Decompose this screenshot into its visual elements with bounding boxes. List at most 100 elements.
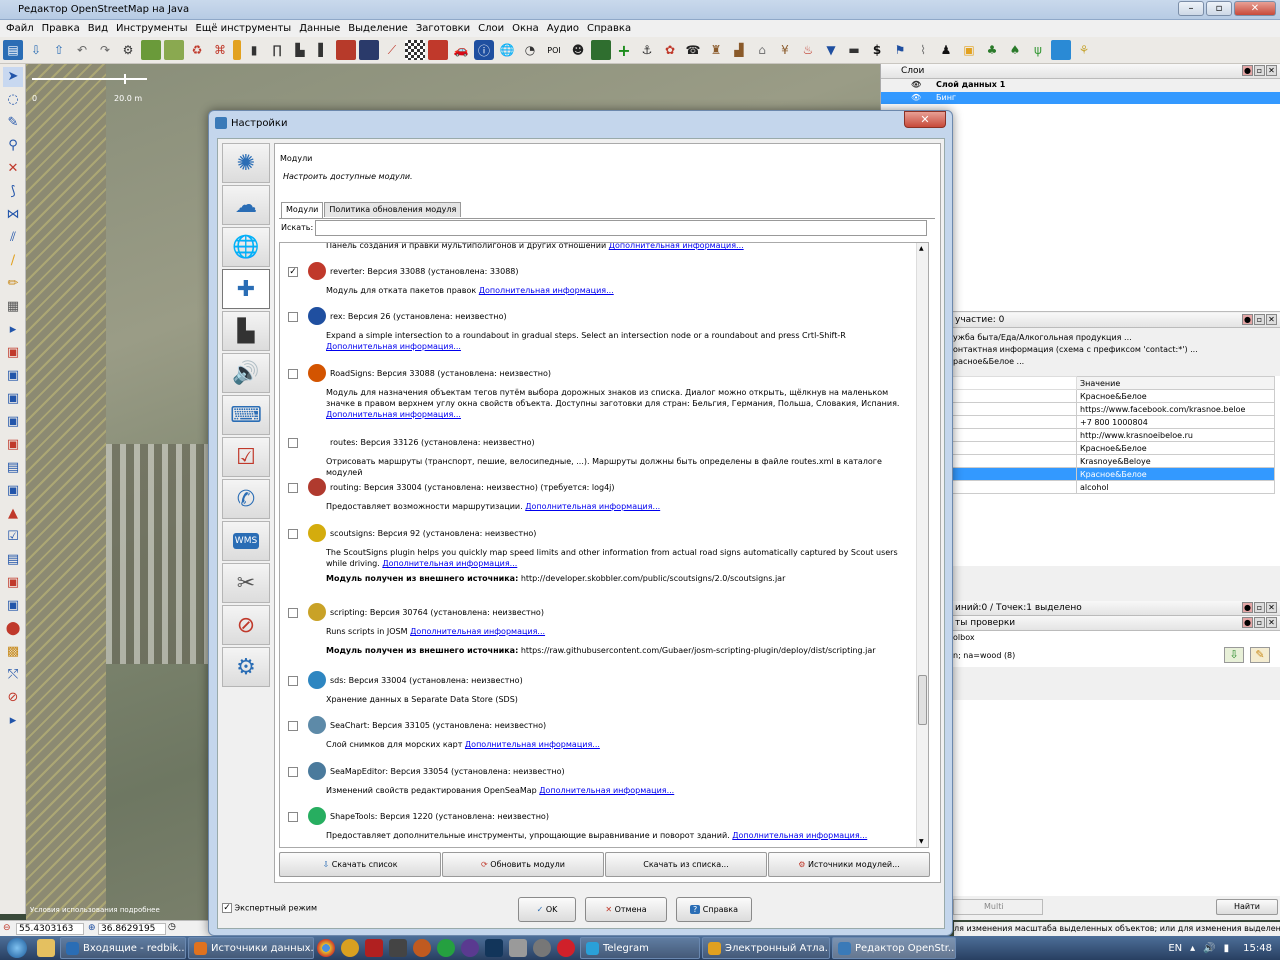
tab-plugins[interactable]: Модули: [281, 202, 324, 218]
preset-line[interactable]: расное&Белое ...: [953, 356, 1280, 368]
shop-icon[interactable]: ⌘: [210, 40, 230, 60]
food-icon[interactable]: ♨: [798, 40, 818, 60]
door-icon[interactable]: ▙: [290, 40, 310, 60]
theater-icon[interactable]: ☻: [568, 40, 588, 60]
panel-minimize-icon[interactable]: ✕: [1266, 314, 1277, 325]
upload-icon[interactable]: ⇧: [49, 40, 69, 60]
panel-close-icon[interactable]: ●: [1242, 602, 1253, 613]
layer-tool-10-icon[interactable]: ▤: [3, 550, 23, 570]
ok-button[interactable]: ✓ OK: [518, 897, 576, 922]
plugin-checkbox[interactable]: [288, 483, 298, 493]
wheat-icon[interactable]: ⚘: [1074, 40, 1094, 60]
plugin-checkbox[interactable]: [288, 312, 298, 322]
plugin-checkbox[interactable]: ✓: [288, 267, 298, 277]
plugin-checkbox[interactable]: [288, 812, 298, 822]
taskbar-atlas[interactable]: Электронный Атла...: [702, 937, 830, 959]
app-icon-3[interactable]: [413, 939, 431, 957]
sign-icon[interactable]: ⚑: [890, 40, 910, 60]
image-icon[interactable]: [141, 40, 161, 60]
presets-settings-icon[interactable]: ▙: [222, 311, 270, 351]
download-from-list-button[interactable]: Скачать из списка...: [605, 852, 767, 877]
red-brick-icon[interactable]: [428, 40, 448, 60]
validation-row[interactable]: n; na=wood (8) ⇩ ✎: [951, 645, 1280, 667]
menu-tools[interactable]: Инструменты: [112, 20, 192, 37]
map-settings-icon[interactable]: 🌐: [222, 227, 270, 267]
car-icon[interactable]: 🚗: [451, 40, 471, 60]
menu-more-tools[interactable]: Ещё инструменты: [192, 20, 296, 37]
image-edit-icon[interactable]: [164, 40, 184, 60]
expand-tools-icon[interactable]: ▸: [3, 711, 23, 731]
plugin-checkbox[interactable]: [288, 767, 298, 777]
tag-value[interactable]: +7 800 1000804: [1076, 415, 1275, 429]
layer-tool-4-icon[interactable]: ▣: [3, 412, 23, 432]
more-info-link[interactable]: Дополнительная информация...: [609, 243, 744, 250]
shortcuts-settings-icon[interactable]: ⌨: [222, 395, 270, 435]
search-input[interactable]: [315, 220, 927, 236]
menu-windows[interactable]: Окна: [508, 20, 543, 37]
fence-icon[interactable]: [233, 40, 241, 60]
grass-icon[interactable]: ψ: [1028, 40, 1048, 60]
water-icon[interactable]: [1051, 40, 1071, 60]
taskbar-outlook[interactable]: Входящие - redbik...: [60, 937, 186, 959]
paperclip-icon[interactable]: ⌇: [913, 40, 933, 60]
scroll-thumb[interactable]: [918, 675, 927, 725]
poi-icon[interactable]: POI: [543, 40, 565, 60]
preset-line[interactable]: ужба быта/Еда/Алкогольная продукция ...: [953, 332, 1280, 344]
factory-icon[interactable]: ▟: [729, 40, 749, 60]
turn-restriction-icon[interactable]: ⊘: [3, 688, 23, 708]
tshirt-icon[interactable]: ▼: [821, 40, 841, 60]
volume-icon[interactable]: 🔊: [1203, 943, 1215, 954]
panel-minimize-icon[interactable]: ✕: [1266, 617, 1277, 628]
menu-view[interactable]: Вид: [84, 20, 112, 37]
menu-audio[interactable]: Аудио: [543, 20, 583, 37]
panel-close-icon[interactable]: ●: [1242, 314, 1253, 325]
remote-control-settings-icon[interactable]: ✆: [222, 479, 270, 519]
flowers-icon[interactable]: ✿: [660, 40, 680, 60]
plugins-settings-icon[interactable]: ✚: [222, 269, 270, 309]
checker-icon[interactable]: [405, 40, 425, 60]
tag-value[interactable]: http://www.krasnoeibeloe.ru: [1076, 428, 1275, 442]
panel-minimize-icon[interactable]: ✕: [1266, 602, 1277, 613]
layer-tool-3-icon[interactable]: ▣: [3, 389, 23, 409]
edit-icon[interactable]: ✎: [1250, 647, 1270, 663]
expert-mode-check[interactable]: ✓: [222, 903, 232, 913]
taskbar-telegram[interactable]: Telegram: [580, 937, 700, 959]
phone-icon[interactable]: ☎: [683, 40, 703, 60]
plugin-checkbox[interactable]: [288, 721, 298, 731]
gate-icon[interactable]: ∏: [267, 40, 287, 60]
draw-tool-icon[interactable]: ✎: [3, 113, 23, 133]
tab-update-policy[interactable]: Политика обновления модуля: [324, 202, 462, 217]
tag-value[interactable]: Красное&Белое: [1076, 467, 1275, 481]
more-info-link[interactable]: Дополнительная информация...: [382, 559, 517, 568]
expert-mode-checkbox[interactable]: ✓ Экспертный режим: [222, 903, 317, 913]
menu-help[interactable]: Справка: [583, 20, 635, 37]
audio-settings-icon[interactable]: 🔊: [222, 353, 270, 393]
route-tool-icon[interactable]: ⤲: [3, 665, 23, 685]
maximize-button[interactable]: ▫: [1206, 1, 1232, 16]
restaurant-icon[interactable]: ¥: [775, 40, 795, 60]
help-button[interactable]: ? Справка: [676, 897, 752, 922]
forest-icon[interactable]: ♠: [1005, 40, 1025, 60]
scroll-up-icon[interactable]: ▲: [919, 245, 924, 252]
layer-tool-11-icon[interactable]: ▣: [3, 573, 23, 593]
menu-edit[interactable]: Правка: [38, 20, 84, 37]
taskbar-firefox[interactable]: Источники данных...: [188, 937, 314, 959]
delete-tool-icon[interactable]: ✕: [3, 159, 23, 179]
layer-tool-8-icon[interactable]: ▲: [3, 504, 23, 524]
building-tool-icon[interactable]: ▦: [3, 297, 23, 317]
lasso-tool-icon[interactable]: ◌: [3, 90, 23, 110]
measure-tool-icon[interactable]: ∕: [3, 251, 23, 271]
castle-icon[interactable]: ♜: [706, 40, 726, 60]
clock-icon[interactable]: ◔: [520, 40, 540, 60]
layer-tool-9-icon[interactable]: ☑: [3, 527, 23, 547]
panel-minimize-icon[interactable]: ✕: [1266, 65, 1277, 76]
more-info-link[interactable]: Дополнительная информация...: [326, 410, 461, 419]
validator-settings-icon[interactable]: ☑: [222, 437, 270, 477]
layer-tool-1-icon[interactable]: ▣: [3, 343, 23, 363]
menu-file[interactable]: Файл: [2, 20, 38, 37]
more-tools-icon[interactable]: ▸: [3, 320, 23, 340]
more-info-link[interactable]: Дополнительная информация...: [465, 740, 600, 749]
layer-item-data[interactable]: 👁 Слой данных 1: [881, 79, 1280, 92]
tag-value[interactable]: https://www.facebook.com/krasnoe.beloe: [1076, 402, 1275, 416]
railway-icon[interactable]: [359, 40, 379, 60]
